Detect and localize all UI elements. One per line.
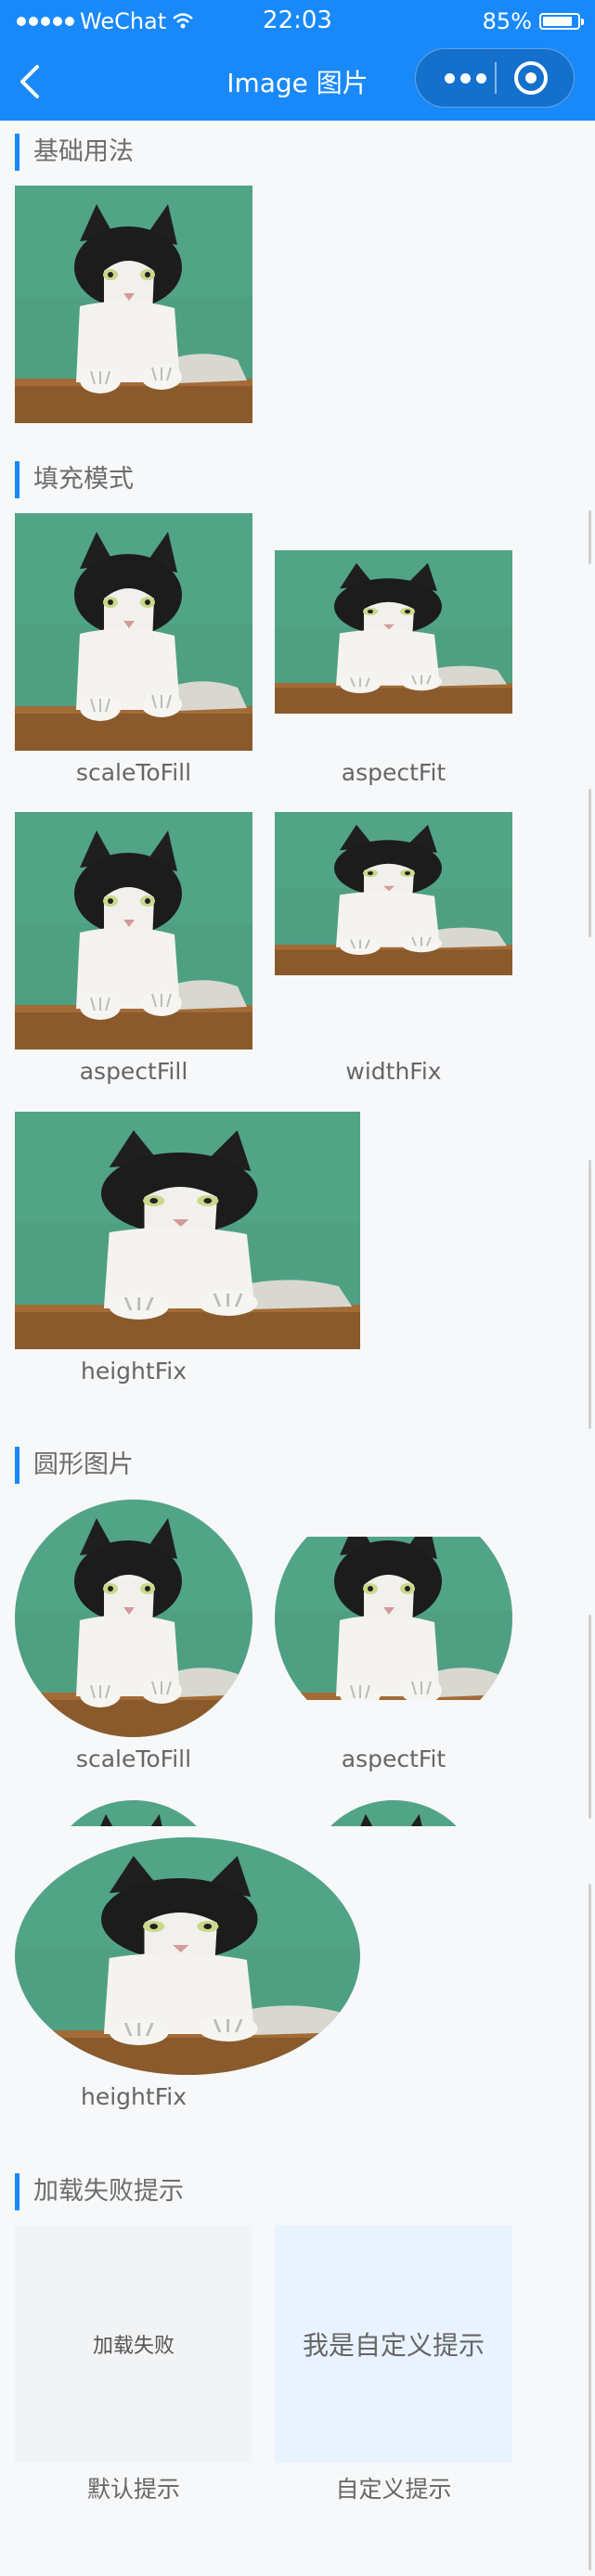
battery-status: 85% xyxy=(482,8,584,34)
round-image-aspect-fit xyxy=(275,1537,512,1700)
image-height-fix xyxy=(15,1112,360,1349)
image-aspect-fill xyxy=(15,812,252,1050)
battery-icon xyxy=(539,13,584,30)
section-title-basic: 基础用法 xyxy=(15,134,134,171)
round-image-aspect-fit-frame xyxy=(275,1537,512,1700)
round-caption-scale-to-fill: scaleToFill xyxy=(75,1745,192,1772)
caption-width-fix: widthFix xyxy=(345,1058,442,1085)
more-menu-icon[interactable] xyxy=(436,49,494,107)
round-image-scale-to-fill xyxy=(15,1500,252,1737)
scrollbar-indicator[interactable] xyxy=(589,789,591,937)
scrollbar-indicator[interactable] xyxy=(589,1615,591,1819)
section-title-fill-mode: 填充模式 xyxy=(15,461,134,498)
caption-aspect-fit: aspectFit xyxy=(341,759,446,786)
round-image-aspect-fill xyxy=(45,1800,223,1826)
scrollbar-indicator[interactable] xyxy=(589,510,591,564)
section-title-load-error: 加载失败提示 xyxy=(15,2173,184,2210)
image-aspect-fit xyxy=(275,550,512,714)
error-default-text: 加载失败 xyxy=(92,2335,175,2358)
caption-aspect-fill: aspectFill xyxy=(79,1058,188,1085)
image-basic xyxy=(15,186,252,423)
error-custom-text: 我是自定义提示 xyxy=(302,2330,485,2361)
scrollbar-indicator[interactable] xyxy=(589,1160,591,1429)
error-image-custom: 我是自定义提示 xyxy=(275,2225,512,2463)
section-title-round: 圆形图片 xyxy=(15,1447,134,1484)
close-mini-program-icon[interactable] xyxy=(514,61,548,95)
scrollbar-indicator[interactable] xyxy=(589,1884,591,2570)
round-image-partial-right xyxy=(275,1800,512,1826)
caption-error-custom: 自定义提示 xyxy=(335,2476,452,2503)
navigation-bar: Image 图片 xyxy=(0,43,595,121)
capsule-divider xyxy=(495,62,497,94)
caption-height-fix: heightFix xyxy=(81,1358,187,1385)
caption-error-default: 默认提示 xyxy=(86,2476,180,2503)
round-caption-height-fix: heightFix xyxy=(81,2083,187,2110)
image-scale-to-fill xyxy=(15,513,252,751)
round-caption-aspect-fit: aspectFit xyxy=(341,1745,446,1772)
round-image-partial-left xyxy=(15,1800,252,1826)
status-bar: WeChat 22:03 85% xyxy=(0,0,595,43)
error-image-default: 加载失败 xyxy=(15,2225,252,2463)
mini-program-capsule xyxy=(415,48,575,108)
round-image-width-fix xyxy=(304,1800,483,1826)
caption-scale-to-fill: scaleToFill xyxy=(75,759,192,786)
round-image-height-fix xyxy=(15,1837,360,2075)
image-width-fix xyxy=(275,812,512,975)
battery-percent: 85% xyxy=(482,8,532,34)
